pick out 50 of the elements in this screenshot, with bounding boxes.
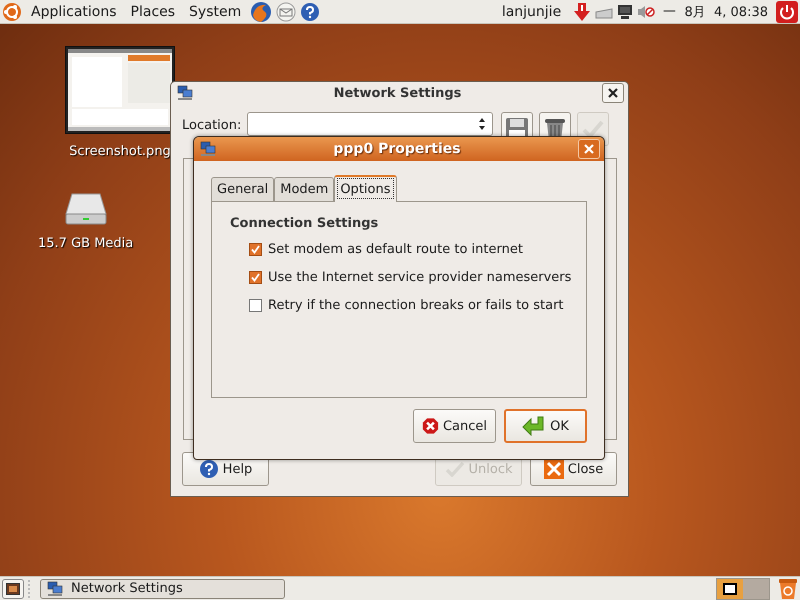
checkbox-label[interactable]: Retry if the connection breaks or fails to start bbox=[268, 298, 564, 313]
close-icon bbox=[608, 88, 618, 98]
panel-menu[interactable]: System bbox=[184, 4, 246, 20]
drive-icon[interactable] bbox=[64, 192, 108, 226]
checkbox[interactable] bbox=[249, 299, 262, 312]
checkbox-label[interactable]: Set modem as default route to internet bbox=[268, 242, 523, 257]
taskbar-button[interactable]: Network Settings bbox=[40, 578, 285, 598]
network-icon bbox=[47, 580, 63, 596]
window-title: Network Settings bbox=[332, 86, 462, 100]
trash-icon[interactable] bbox=[778, 578, 798, 600]
tab[interactable]: Modem bbox=[274, 177, 334, 201]
update-arrow-icon[interactable] bbox=[573, 2, 592, 22]
tab[interactable]: Options bbox=[334, 175, 396, 202]
help-icon bbox=[198, 459, 219, 479]
checkbox[interactable] bbox=[249, 243, 262, 256]
help-icon[interactable] bbox=[300, 2, 320, 22]
section-heading: Connection Settings bbox=[230, 216, 380, 231]
checkbox-label[interactable]: Use the Internet service provider nameservers bbox=[268, 270, 572, 285]
tab[interactable]: General bbox=[211, 177, 274, 201]
close-icon bbox=[544, 459, 564, 479]
dialog-title: ppp0 Properties bbox=[332, 141, 462, 157]
panel-menu[interactable]: Places bbox=[126, 4, 180, 20]
browser-icon[interactable] bbox=[250, 0, 272, 22]
clock[interactable]: 一 8月 4, 08:38 bbox=[663, 2, 768, 20]
checkmark-icon bbox=[582, 120, 604, 138]
dialog-button[interactable]: Cancel bbox=[413, 409, 496, 443]
spin-arrows-icon bbox=[478, 117, 486, 131]
show-desktop-button[interactable] bbox=[2, 578, 24, 598]
file-label[interactable]: Screenshot.png bbox=[69, 144, 171, 159]
volume-muted-icon[interactable] bbox=[637, 4, 656, 20]
panel-menu[interactable]: Applications bbox=[26, 4, 122, 20]
location-combo[interactable] bbox=[247, 112, 494, 136]
workspace[interactable] bbox=[717, 578, 743, 598]
power-icon[interactable] bbox=[776, 0, 798, 22]
network-computer-icon[interactable] bbox=[617, 4, 634, 20]
user-name[interactable]: lanjunjie bbox=[502, 4, 562, 20]
checkbox[interactable] bbox=[249, 271, 262, 284]
enter-arrow-icon bbox=[522, 416, 546, 436]
location-label: Location: bbox=[182, 117, 242, 133]
dialog-button[interactable]: OK bbox=[504, 409, 587, 443]
stop-sign-icon bbox=[422, 416, 439, 436]
ubuntu-logo-icon[interactable] bbox=[2, 2, 22, 22]
desktop-icon bbox=[6, 582, 20, 594]
mail-icon[interactable] bbox=[276, 2, 296, 22]
network-icon bbox=[177, 85, 193, 101]
drive-label[interactable]: 15.7 GB Media bbox=[38, 236, 134, 251]
network-icon bbox=[200, 141, 216, 157]
close-icon bbox=[584, 144, 594, 154]
close-button[interactable] bbox=[602, 83, 624, 103]
checkmark-icon bbox=[444, 461, 464, 477]
